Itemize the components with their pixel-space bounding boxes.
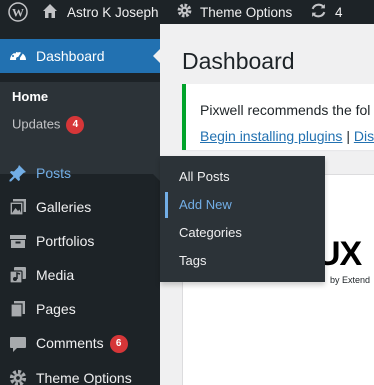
gallery-icon (8, 197, 28, 217)
pages-icon (8, 299, 28, 319)
gear-icon (176, 2, 193, 22)
submenu-updates-label: Updates (12, 116, 61, 132)
gear-icon (8, 368, 28, 385)
notice-links: Begin installing plugins | Dis (200, 128, 374, 144)
updates-badge: 4 (66, 116, 85, 134)
begin-installing-link[interactable]: Begin installing plugins (200, 128, 342, 144)
menu-posts[interactable]: Posts (0, 156, 160, 190)
plugin-notice: Pixwell recommends the fol Begin install… (182, 84, 374, 150)
menu-media-label: Media (36, 267, 75, 283)
updates-count: 4 (335, 4, 343, 20)
admin-sidebar: Dashboard Home Updates 4 Posts Galleries … (0, 24, 161, 385)
theme-options-link[interactable]: Theme Options (176, 0, 292, 24)
menu-galleries-label: Galleries (36, 199, 92, 215)
menu-media[interactable]: Media (0, 258, 160, 292)
menu-comments-label: Comments 6 (36, 334, 128, 354)
menu-dashboard[interactable]: Dashboard (0, 39, 161, 73)
wordpress-logo-icon[interactable]: W (8, 0, 28, 24)
home-icon (42, 3, 58, 22)
pushpin-icon (8, 163, 28, 183)
menu-portfolios-label: Portfolios (36, 233, 95, 249)
portfolio-icon (8, 231, 28, 251)
menu-pages-label: Pages (36, 301, 76, 317)
notice-text: Pixwell recommends the fol (200, 102, 371, 118)
menu-theme-options[interactable]: Theme Options (0, 361, 160, 385)
menu-posts-label: Posts (36, 165, 72, 181)
menu-galleries[interactable]: Galleries (0, 190, 160, 224)
menu-portfolios[interactable]: Portfolios (0, 224, 160, 258)
updates-link[interactable]: 4 (310, 0, 343, 24)
admin-bar: W Astro K Joseph Theme Options 4 (0, 0, 374, 24)
menu-pages[interactable]: Pages (0, 292, 160, 326)
refresh-icon (310, 2, 327, 22)
svg-text:W: W (12, 6, 24, 20)
dismiss-link[interactable]: Dis (354, 128, 374, 144)
comments-badge: 6 (109, 335, 128, 354)
page-title: Dashboard (182, 48, 295, 74)
media-icon (8, 265, 28, 285)
submenu-home[interactable]: Home (12, 89, 48, 104)
posts-flyout-menu: All Posts Add New Categories Tags (160, 156, 325, 282)
dashboard-icon (8, 46, 28, 66)
flyout-add-new[interactable]: Add New (179, 197, 232, 212)
flyout-all-posts[interactable]: All Posts (179, 169, 230, 184)
active-indicator (165, 192, 168, 218)
site-name-link[interactable]: Astro K Joseph (42, 0, 159, 24)
menu-comments[interactable]: Comments 6 (0, 327, 160, 361)
comments-label-text: Comments (36, 334, 104, 351)
submenu-updates[interactable]: Updates 4 (12, 116, 85, 134)
menu-dashboard-label: Dashboard (36, 48, 105, 64)
flyout-categories[interactable]: Categories (179, 225, 242, 240)
link-separator: | (346, 128, 350, 144)
flyout-arrow (152, 165, 160, 181)
brand-subtitle: by Extend (330, 275, 371, 285)
menu-theme-options-label: Theme Options (36, 370, 132, 385)
comment-icon (8, 334, 28, 354)
theme-options-label: Theme Options (200, 4, 293, 20)
site-name: Astro K Joseph (67, 4, 159, 20)
flyout-tags[interactable]: Tags (179, 253, 206, 268)
